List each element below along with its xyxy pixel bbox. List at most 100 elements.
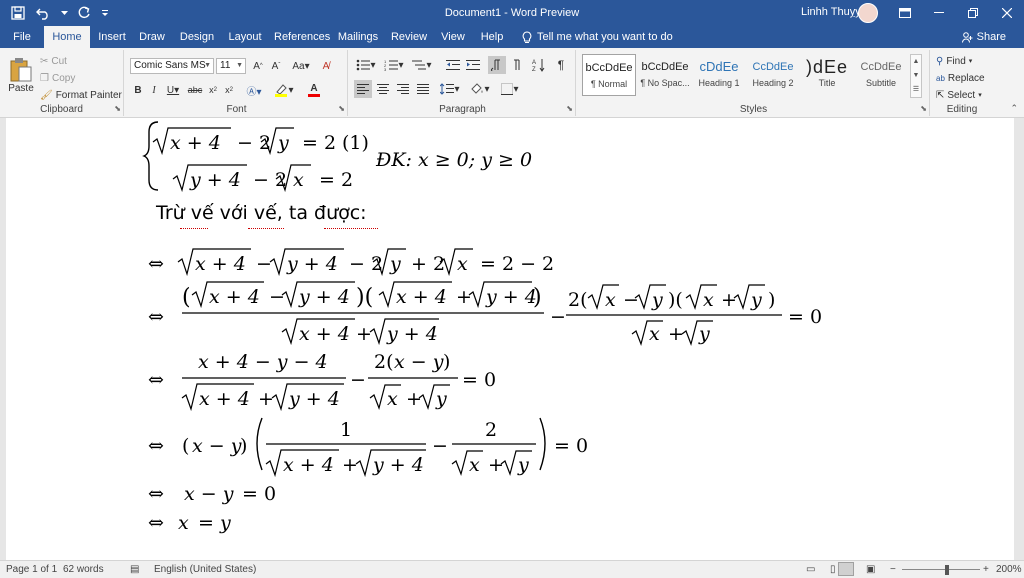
print-layout-icon[interactable] bbox=[838, 562, 854, 576]
font-color-icon[interactable]: A bbox=[302, 82, 326, 98]
math-term: y bbox=[517, 454, 529, 476]
text-effects-icon[interactable]: Ⓐ▾ bbox=[242, 82, 266, 98]
style-heading-1[interactable]: cDdEe Heading 1 bbox=[692, 54, 746, 96]
text-line-content: Trừ vế với vế, ta được: bbox=[156, 202, 367, 224]
bold-icon[interactable]: B bbox=[132, 82, 144, 98]
tab-mailings[interactable]: Mailings bbox=[337, 26, 379, 48]
paragraph-launcher-icon[interactable]: ⬊ bbox=[566, 104, 573, 113]
highlight-color-icon[interactable]: ▾ bbox=[272, 82, 296, 98]
grow-font-icon[interactable]: A ^ bbox=[250, 58, 266, 74]
zoom-level[interactable]: 200% bbox=[996, 564, 1022, 575]
style-normal[interactable]: bCcDdEe ¶ Normal bbox=[582, 54, 636, 96]
tab-references[interactable]: References bbox=[274, 26, 330, 48]
styles-launcher-icon[interactable]: ⬊ bbox=[920, 104, 927, 113]
search-icon: ⚲ bbox=[936, 55, 944, 67]
subscript-icon[interactable]: x2 bbox=[206, 82, 220, 98]
change-case-icon[interactable]: Aa▾ bbox=[290, 58, 312, 74]
find-button[interactable]: ⚲ Find ▾ bbox=[936, 54, 972, 68]
zoom-slider[interactable] bbox=[902, 569, 980, 570]
font-name-combo[interactable]: Comic Sans MS ▼ bbox=[130, 58, 214, 74]
show-formatting-marks-icon[interactable]: ¶ bbox=[552, 56, 570, 74]
tab-help[interactable]: Help bbox=[477, 26, 507, 48]
italic-icon[interactable]: I bbox=[148, 82, 160, 98]
zoom-in-icon[interactable]: + bbox=[983, 564, 989, 575]
tab-home[interactable]: Home bbox=[44, 26, 90, 48]
tab-insert[interactable]: Insert bbox=[95, 26, 129, 48]
style-subtitle[interactable]: CcDdEe Subtitle bbox=[854, 54, 908, 96]
decrease-indent-icon[interactable] bbox=[444, 56, 462, 74]
strikethrough-icon[interactable]: abc bbox=[186, 82, 204, 98]
tab-design[interactable]: Design bbox=[178, 26, 216, 48]
replace-button[interactable]: ab Replace bbox=[936, 71, 985, 85]
focus-mode-icon[interactable]: ▭ bbox=[806, 564, 815, 575]
copy-button[interactable]: ❐ Copy bbox=[40, 71, 75, 85]
align-center-icon[interactable] bbox=[374, 80, 392, 98]
document-page[interactable]: x + 4 − 2 y = 2 (1) y + 4 − 2 x = 2 ĐK: … bbox=[6, 118, 1014, 560]
line-spacing-icon[interactable]: ▾ bbox=[438, 80, 462, 98]
minimize-icon[interactable] bbox=[922, 0, 956, 26]
restore-icon[interactable] bbox=[956, 0, 990, 26]
tab-file[interactable]: File bbox=[8, 26, 36, 48]
bullets-icon[interactable]: ▾ bbox=[354, 56, 378, 74]
style-name: ¶ Normal bbox=[590, 79, 628, 89]
increase-indent-icon[interactable] bbox=[464, 56, 482, 74]
clipboard-launcher-icon[interactable]: ⬊ bbox=[114, 104, 121, 113]
ltr-text-icon[interactable] bbox=[488, 56, 506, 74]
math-operator: − bbox=[269, 286, 285, 308]
proofing-icon[interactable]: ▤ bbox=[130, 564, 139, 575]
style-name: Heading 1 bbox=[698, 78, 740, 88]
style-no-spacing[interactable]: bCcDdEe ¶ No Spac... bbox=[638, 54, 692, 96]
justify-icon[interactable] bbox=[414, 80, 432, 98]
font-launcher-icon[interactable]: ⬊ bbox=[338, 104, 345, 113]
math-operator: + bbox=[668, 323, 684, 345]
select-button[interactable]: ⇱ Select ▾ bbox=[936, 88, 982, 102]
clear-formatting-icon[interactable]: A̸ bbox=[318, 58, 334, 74]
math-term: x bbox=[178, 512, 189, 534]
paste-button[interactable]: Paste bbox=[6, 52, 36, 98]
share-label: Share bbox=[976, 31, 1006, 43]
multilevel-list-icon[interactable]: ▾ bbox=[410, 56, 434, 74]
page-count[interactable]: Page 1 of 1 bbox=[6, 564, 57, 575]
tab-review[interactable]: Review bbox=[390, 26, 428, 48]
underline-icon[interactable]: U▾ bbox=[164, 82, 182, 98]
align-right-icon[interactable] bbox=[394, 80, 412, 98]
zoom-slider-thumb[interactable] bbox=[945, 565, 949, 575]
avatar[interactable] bbox=[858, 3, 878, 23]
style-preview: cDdEe bbox=[699, 59, 739, 74]
font-size-combo[interactable]: 11 ▼ bbox=[216, 58, 246, 74]
math-operator: + bbox=[456, 286, 472, 308]
sort-icon[interactable]: AZ bbox=[530, 56, 548, 74]
align-left-icon[interactable] bbox=[354, 80, 372, 98]
superscript-icon[interactable]: x2 bbox=[222, 82, 236, 98]
shading-icon[interactable]: ▾ bbox=[468, 80, 492, 98]
tell-me-box[interactable]: Tell me what you want to do bbox=[522, 26, 673, 48]
borders-icon[interactable]: ▾ bbox=[498, 80, 522, 98]
cut-button[interactable]: ✂ Cut bbox=[40, 54, 67, 68]
spelling-underline bbox=[248, 226, 284, 229]
numbering-icon[interactable]: 1 2 3 ▾ bbox=[382, 56, 406, 74]
format-painter-button[interactable]: 🖌 Format Painter bbox=[40, 88, 122, 102]
ribbon-display-options-icon[interactable] bbox=[888, 0, 922, 26]
math-term: y + 4 bbox=[288, 388, 340, 410]
user-name[interactable]: Linhh Thuỵy bbox=[801, 6, 861, 18]
tab-view[interactable]: View bbox=[438, 26, 468, 48]
read-mode-icon[interactable]: ▯ bbox=[830, 564, 836, 575]
font-name-value: Comic Sans MS bbox=[134, 60, 206, 71]
word-count[interactable]: 62 words bbox=[63, 564, 104, 575]
zoom-out-icon[interactable]: − bbox=[890, 564, 896, 575]
share-button[interactable]: Share bbox=[961, 26, 1006, 48]
style-heading-2[interactable]: CcDdEe Heading 2 bbox=[746, 54, 800, 96]
collapse-ribbon-icon[interactable]: ⌃ bbox=[1010, 103, 1018, 114]
text-line[interactable]: Trừ vế với vế, ta được: bbox=[156, 202, 367, 224]
clipboard-group: Paste ✂ Cut ❐ Copy 🖌 Format Painter Clip… bbox=[0, 50, 124, 116]
close-icon[interactable] bbox=[990, 0, 1024, 26]
shrink-font-icon[interactable]: Aˇ bbox=[268, 58, 284, 74]
style-title[interactable]: )dEe Title bbox=[800, 54, 854, 96]
language[interactable]: English (United States) bbox=[154, 564, 256, 575]
tab-layout[interactable]: Layout bbox=[226, 26, 264, 48]
tab-draw[interactable]: Draw bbox=[137, 26, 167, 48]
paste-icon bbox=[10, 57, 32, 81]
styles-scroll[interactable]: ▲ ▼ ☰ bbox=[910, 54, 922, 98]
rtl-text-icon[interactable] bbox=[508, 56, 526, 74]
web-layout-icon[interactable]: ▣ bbox=[866, 564, 875, 575]
